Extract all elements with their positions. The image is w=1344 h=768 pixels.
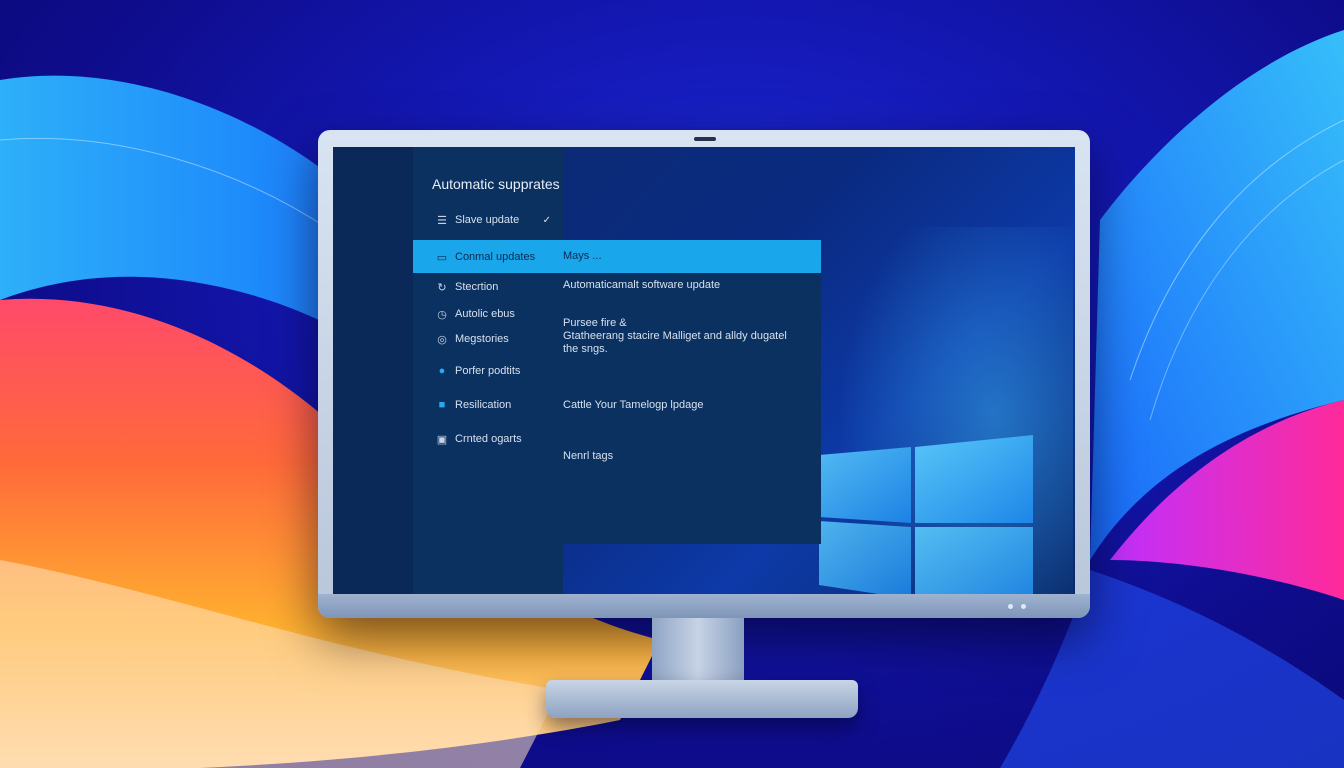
folder-icon: ■ <box>438 399 446 411</box>
list-icon: ☰ <box>437 214 447 227</box>
sidebar-item-stecrtion[interactable]: ↻ Stecrtion <box>413 276 563 298</box>
panel-link[interactable]: Nenrl tags <box>563 450 613 463</box>
sidebar-item-conmal-updates[interactable]: ▭ Conmal updates <box>413 246 563 268</box>
sidebar-item-resilication[interactable]: ■ Resilication <box>413 394 563 416</box>
sidebar-item-label: Porfer podtits <box>455 365 521 377</box>
panel-line: the sngs. <box>563 343 608 355</box>
panel-link[interactable]: Cattle Your Tamelogp lpdage <box>563 399 703 412</box>
monitor-chin <box>318 594 1090 618</box>
sidebar-item-label: Megstories <box>455 333 509 345</box>
panel-line: Automaticamalt software update <box>563 279 721 291</box>
sidebar-item-label: Resilication <box>455 399 512 411</box>
windows-logo <box>813 227 1073 594</box>
circle-icon: ◎ <box>437 333 447 346</box>
monitor-screen: Automatic supprates ☰ Slave update ✓ ▭ C… <box>333 147 1075 594</box>
sidebar-item-label: Crnted ogarts <box>455 433 522 445</box>
location-pin-icon: ● <box>438 365 446 377</box>
sidebar-item-label: Stecrtion <box>455 281 499 293</box>
sidebar-item-label: Conmal updates <box>455 251 536 263</box>
wallpaper-stage: Automatic supprates ☰ Slave update ✓ ▭ C… <box>0 0 1344 768</box>
sidebar-item-crnted-ogarts[interactable]: ▣ Crnted ogarts <box>413 428 563 450</box>
sidebar-title: Automatic supprates <box>432 176 560 192</box>
panel-header: Mays ... <box>563 250 602 262</box>
checkmark-icon: ✓ <box>542 214 551 226</box>
window-icon: ▣ <box>436 433 448 446</box>
webcam <box>694 137 716 141</box>
sidebar-item-label: Autolic ebus <box>455 308 515 320</box>
status-led <box>1021 604 1026 609</box>
monitor-stand-base <box>546 680 858 718</box>
monitor-stand-neck <box>652 618 744 684</box>
sidebar-item-slave-update[interactable]: ☰ Slave update ✓ <box>413 209 563 231</box>
left-strip <box>333 147 413 594</box>
power-led <box>1008 604 1013 609</box>
sidebar-item-label: Slave update <box>455 214 520 226</box>
clipboard-icon: ▭ <box>436 251 448 264</box>
sidebar-item-porfer-podtits[interactable]: ● Porfer podtits <box>413 360 563 382</box>
clock-icon: ◷ <box>437 308 447 321</box>
sidebar-item-megstories[interactable]: ◎ Megstories <box>413 328 563 350</box>
panel-line: Gtatheerang stacire Malliget and alldy d… <box>563 330 787 342</box>
panel-line: Pursee fire & <box>563 317 627 329</box>
sidebar-item-autolic-ebus[interactable]: ◷ Autolic ebus <box>413 303 563 325</box>
refresh-icon: ↻ <box>437 281 447 294</box>
